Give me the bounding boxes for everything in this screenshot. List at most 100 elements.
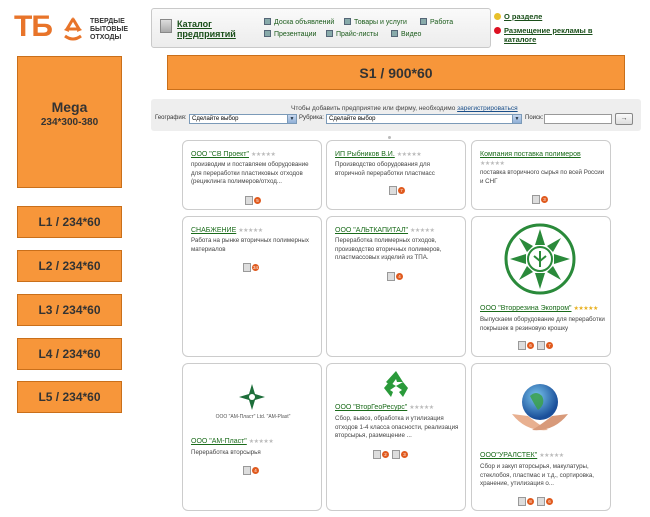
rating-stars: ★★★★★ [409,405,434,411]
logo-mark: ТБ [14,10,53,43]
top-navigation: Каталог предприятий Доска объявлений Тов… [151,8,491,48]
site-logo[interactable]: ТБ ТВЕРДЫЕ БЫТОВЫЕ ОТХОДЫ [14,10,136,46]
rating-stars: ★★★★★ [480,161,505,167]
company-title[interactable]: ИП Рыбников В.И. ★★★★★ [335,151,422,158]
mega-banner[interactable]: Mega 234*300-380 [17,56,122,188]
document-icon[interactable] [245,196,253,206]
search-input[interactable] [544,114,612,124]
nav-link-jobs[interactable]: Работа [420,17,453,29]
company-logo-image[interactable] [504,223,576,295]
geo-select[interactable]: Сделайте выбор ▼ [189,114,297,124]
register-note: Чтобы добавить предприятие или фирму, не… [291,105,518,112]
count-badge: 8 [527,498,534,506]
rating-stars: ★★★★★ [573,306,599,312]
register-link[interactable]: зарегистрироваться [457,105,518,112]
search-bar: Чтобы добавить предприятие или фирму, не… [151,99,641,131]
company-logo-image[interactable] [508,370,572,442]
ad-placement-link-line2[interactable]: каталоге [504,35,536,45]
banner-l4[interactable]: L4 / 234*60 [17,338,122,370]
separator-dot [388,136,391,139]
company-description: производим и поставляем оборудование для… [191,161,309,185]
company-description: Переработка вторсырья [191,449,261,456]
document-icon[interactable] [537,497,545,507]
document-icon[interactable] [243,263,251,273]
rating-stars: ★★★★★ [410,228,435,234]
company-card[interactable]: ИП Рыбников В.И. ★★★★★ Производство обору… [326,140,466,210]
company-description: поставка вторичного сырья по всей России… [480,169,605,185]
company-logo-image[interactable] [237,382,267,412]
goods-icon [344,18,351,25]
nav-link-pricelists[interactable]: Прайс-листы [326,29,378,41]
count-badge: 6 [527,342,534,350]
company-card[interactable]: ООО "Вторрезина Экопром" ★★★★★ Выпускаем … [471,216,611,357]
nav-link-video[interactable]: Видео [391,29,421,41]
rubric-select[interactable]: Сделайте выбор ▼ [326,114,522,124]
banner-l5[interactable]: L5 / 234*60 [17,381,122,413]
s1-banner[interactable]: S1 / 900*60 [167,55,625,90]
video-icon [391,30,398,37]
company-card[interactable]: ООО "СВ Проект" ★★★★★ производим и постав… [182,140,322,210]
company-description: Работа на рынке вторичных полимерных мат… [191,237,309,253]
document-icon[interactable] [389,186,397,196]
chevron-down-icon: ▼ [512,115,521,123]
rating-stars: ★★★★★ [396,152,422,158]
catalog-link[interactable]: Каталог предприятий [177,19,236,39]
ad-icon [494,27,501,34]
rating-stars: ★★★★★ [250,152,276,158]
rating-stars: ★★★★★ [539,453,564,459]
count-badge: 4 [396,273,403,281]
company-card[interactable]: ООО "АМ-Пласт" Ltd. "AM-Plast" ООО "АМ-П… [182,363,322,511]
company-title[interactable]: ООО "АЛЬТКАПИТАЛ" ★★★★★ [335,227,435,234]
company-docs: 3 [532,191,551,205]
company-docs: 4 [243,462,262,476]
geo-label: География: [155,115,187,121]
nav-link-goods[interactable]: Товары и услуги [344,17,407,29]
count-badge: 7 [546,342,553,350]
company-docs: 86 [518,493,556,507]
presentations-icon [264,30,271,37]
recycle-logo-icon [64,17,82,41]
company-description: Сбор и закуп вторсырья, макулатуры, стек… [480,463,594,487]
company-card[interactable]: СНАБЖЕНИЕ ★★★★★ Работа на рынке вторичных… [182,216,322,357]
company-title[interactable]: ООО"УРАЛСТЕК" ★★★★★ [480,452,564,459]
banner-l1[interactable]: L1 / 234*60 [17,206,122,238]
count-badge: 3 [541,196,548,204]
document-icon[interactable] [373,450,381,460]
company-title[interactable]: ООО "Вторрезина Экопром" ★★★★★ [480,305,598,312]
company-card[interactable]: Компания поставка полимеров ★★★★★ постав… [471,140,611,210]
recycle-icon[interactable] [381,370,411,398]
document-icon[interactable] [392,450,400,460]
company-docs: 34 [243,259,262,273]
rating-stars: ★★★★★ [238,228,263,234]
nav-link-board[interactable]: Доска объявлений [264,17,334,29]
document-icon[interactable] [532,195,540,205]
company-title[interactable]: ООО "ВторГеоРесурс" ★★★★★ [335,404,434,411]
document-icon[interactable] [518,497,526,507]
banner-l3[interactable]: L3 / 234*60 [17,294,122,326]
catalog-icon [160,19,172,33]
document-icon[interactable] [387,272,395,282]
company-title[interactable]: Компания поставка полимеров [480,151,581,158]
jobs-icon [420,18,427,25]
document-icon[interactable] [243,466,251,476]
company-card[interactable]: ООО "ВторГеоРесурс" ★★★★★ Сбор, вывоз, об… [326,363,466,511]
document-icon[interactable] [518,341,526,351]
company-title[interactable]: СНАБЖЕНИЕ ★★★★★ [191,227,263,234]
count-badge: 2 [382,451,389,459]
nav-link-presentations[interactable]: Презентации [264,29,316,41]
search-button[interactable]: → [615,113,633,125]
about-section-link[interactable]: О разделе [494,12,542,22]
company-docs: 23 [373,446,411,460]
company-docs: 4 [387,268,406,282]
company-description: Сбор, вывоз, обработка и утилизация отхо… [335,415,459,439]
document-icon[interactable] [537,341,545,351]
company-title[interactable]: ООО "СВ Проект" ★★★★★ [191,151,276,158]
company-card[interactable]: ООО "АЛЬТКАПИТАЛ" ★★★★★ Переработка полим… [326,216,466,357]
company-description: Выпускаем оборудование для переработки п… [480,316,605,332]
company-card[interactable]: ООО"УРАЛСТЕК" ★★★★★ Сбор и закуп вторсырь… [471,363,611,511]
rating-stars: ★★★★★ [248,439,274,445]
company-title[interactable]: ООО "АМ-Пласт" ★★★★★ [191,438,274,445]
info-icon [494,13,501,20]
company-description: Производство оборудования для вторичной … [335,161,435,177]
banner-l2[interactable]: L2 / 234*60 [17,250,122,282]
